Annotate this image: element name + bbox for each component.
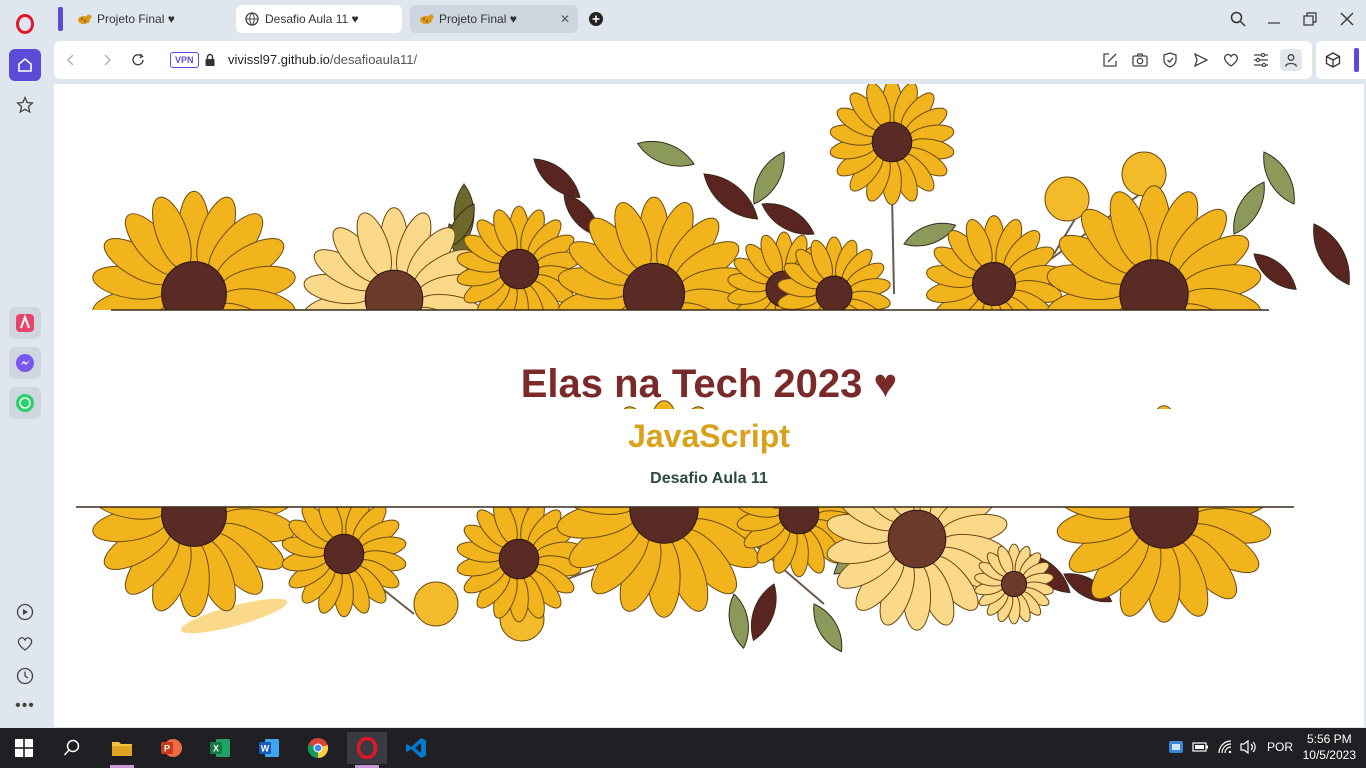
history-clock-icon[interactable] — [9, 660, 41, 692]
leaf — [728, 593, 749, 649]
forward-arrow-icon[interactable] — [98, 51, 116, 69]
url-text[interactable]: vivissl97.github.io/desafioaula11/ — [228, 52, 417, 67]
tab-projeto-final-2[interactable]: Projeto Final ♥ ✕ — [410, 5, 578, 33]
opera-sidebar: ••• — [0, 0, 50, 728]
close-tab-icon[interactable]: ✕ — [560, 12, 570, 26]
leopard-favicon-icon — [76, 11, 92, 27]
workspace-indicator — [58, 7, 63, 31]
url-host: vivissl97.github.io — [228, 52, 330, 67]
leaf — [750, 583, 777, 642]
volume-icon[interactable] — [1240, 739, 1258, 758]
page-subheading: JavaScript — [628, 418, 790, 454]
restore-icon[interactable] — [1300, 9, 1320, 29]
new-tab-plus-icon[interactable] — [586, 9, 606, 29]
taskbar-search-icon[interactable] — [52, 732, 92, 764]
sunflower — [281, 490, 407, 618]
tray-app-icon[interactable] — [1168, 739, 1184, 758]
vscode-icon[interactable] — [396, 732, 436, 764]
word-icon[interactable]: W — [249, 732, 289, 764]
sunflower — [829, 84, 955, 206]
tab-title: Projeto Final ♥ — [97, 12, 175, 26]
leaf — [813, 603, 843, 653]
address-bar: VPN vivissl97.github.io/desafioaula11/ — [54, 41, 1312, 79]
heart-icon[interactable] — [1222, 51, 1240, 69]
tab-bar: Projeto Final ♥ Desafio Aula 11 ♥ Projet… — [50, 0, 1366, 38]
clock-time: 5:56 PM — [1306, 732, 1352, 746]
tab-projeto-final-1[interactable]: Projeto Final ♥ — [68, 5, 232, 33]
messenger-icon[interactable] — [9, 347, 41, 379]
page-heading: Elas na Tech 2023 ♥ — [520, 362, 898, 406]
leaf — [1313, 223, 1350, 286]
leaf — [1233, 181, 1265, 235]
leaf — [753, 151, 785, 205]
vpn-badge[interactable]: VPN — [170, 52, 199, 68]
tab-title: Desafio Aula 11 ♥ — [265, 12, 359, 26]
file-explorer-icon[interactable] — [102, 732, 142, 768]
battery-icon[interactable] — [1192, 740, 1210, 757]
sunflower — [456, 495, 582, 623]
taskbar-clock[interactable]: 5:56 PM 10/5/2023 — [1303, 731, 1356, 763]
page-caption: Desafio Aula 11 — [650, 470, 768, 487]
camera-icon[interactable] — [1131, 51, 1149, 69]
svg-text:P: P — [164, 744, 170, 754]
close-window-icon[interactable] — [1337, 9, 1357, 29]
share-edit-icon[interactable] — [1101, 51, 1119, 69]
leopard-favicon-icon — [418, 11, 434, 27]
windows-start-icon[interactable] — [4, 732, 44, 764]
reload-icon[interactable] — [129, 51, 147, 69]
stem — [891, 193, 895, 295]
windows-taskbar: P X W POR 5:56 PM 10/5/2023 — [0, 728, 1366, 768]
shield-icon[interactable] — [1161, 51, 1179, 69]
lock-icon[interactable] — [201, 51, 219, 69]
extensions-cube-icon[interactable] — [1324, 51, 1342, 69]
bookmarks-star-icon[interactable] — [9, 89, 41, 121]
whatsapp-icon[interactable] — [9, 387, 41, 419]
my-flow-heart-icon[interactable] — [9, 628, 41, 660]
profile-icon[interactable] — [1280, 49, 1302, 71]
powerpoint-icon[interactable]: P — [151, 732, 191, 764]
url-path: /desafioaula11/ — [329, 52, 418, 67]
tab-search-icon[interactable] — [1228, 9, 1248, 29]
excel-icon[interactable]: X — [200, 732, 240, 764]
opera-logo-icon[interactable] — [9, 8, 41, 40]
extensions-area — [1316, 41, 1366, 79]
wifi-icon[interactable] — [1217, 739, 1233, 758]
globe-favicon-icon — [244, 11, 260, 27]
home-icon[interactable] — [9, 49, 41, 81]
back-arrow-icon[interactable] — [62, 51, 80, 69]
aria-icon[interactable] — [9, 307, 41, 339]
tab-desafio-aula-11[interactable]: Desafio Aula 11 ♥ — [236, 5, 402, 33]
svg-text:X: X — [213, 744, 219, 754]
easy-setup-icon[interactable] — [1252, 51, 1270, 69]
web-page: Elas na Tech 2023 ♥ JavaScript Desafio A… — [54, 84, 1364, 727]
send-icon[interactable] — [1192, 51, 1210, 69]
tab-title: Projeto Final ♥ — [439, 12, 517, 26]
clock-date: 10/5/2023 — [1302, 748, 1356, 762]
player-icon[interactable] — [9, 596, 41, 628]
more-dots-icon[interactable]: ••• — [9, 690, 41, 722]
svg-text:W: W — [261, 744, 270, 754]
opera-taskbar-icon[interactable] — [347, 732, 387, 768]
craspedia-ball — [413, 581, 459, 627]
leaf — [636, 140, 695, 167]
chrome-icon[interactable] — [298, 732, 338, 764]
input-language[interactable]: POR — [1267, 740, 1293, 754]
leaf — [533, 158, 581, 199]
minimize-icon[interactable] — [1264, 9, 1284, 29]
sidebar-toggle-indicator[interactable] — [1354, 48, 1359, 72]
